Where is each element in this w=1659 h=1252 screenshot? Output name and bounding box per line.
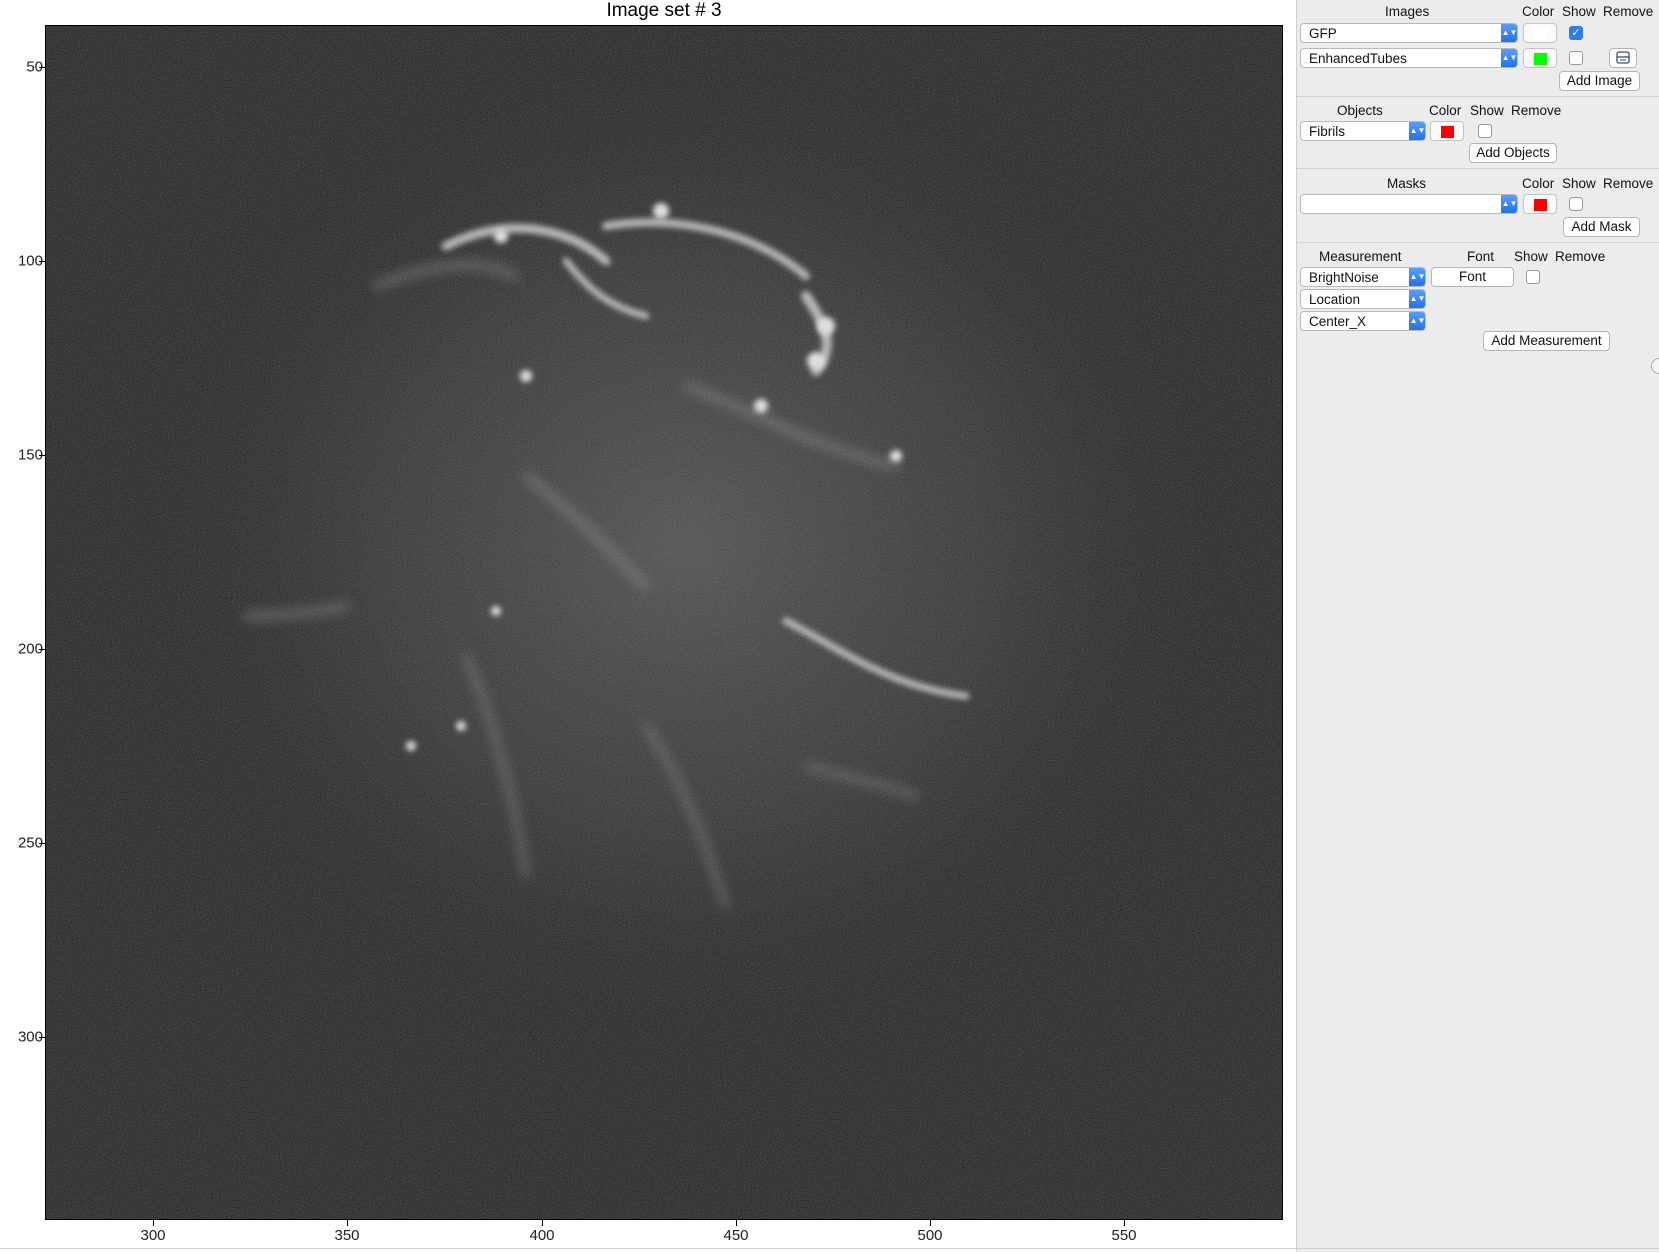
masks-header: Masks xyxy=(1387,176,1427,191)
objects-show-checkbox[interactable] xyxy=(1478,124,1492,138)
masks-select[interactable]: ▲▼ xyxy=(1300,194,1518,214)
remove-icon xyxy=(1616,51,1630,64)
objects-color-button[interactable] xyxy=(1430,121,1464,141)
add-image-button[interactable]: Add Image xyxy=(1559,71,1640,91)
add-objects-button[interactable]: Add Objects xyxy=(1469,143,1557,163)
image-plot[interactable] xyxy=(45,25,1283,1220)
masks-show-checkbox[interactable] xyxy=(1569,197,1583,211)
window-bottom-border xyxy=(0,1248,1659,1249)
x-tick-mark xyxy=(542,1220,543,1226)
select-arrows-icon: ▲▼ xyxy=(1501,49,1517,67)
color-swatch xyxy=(1534,28,1547,40)
objects-color-header: Color xyxy=(1429,103,1462,118)
x-tick-label: 300 xyxy=(140,1227,166,1244)
image-select-value: EnhancedTubes xyxy=(1309,51,1407,66)
image-show-checkbox-gfp[interactable]: ✓ xyxy=(1569,26,1583,40)
select-arrows-icon: ▲▼ xyxy=(1409,290,1425,308)
masks-color-button[interactable] xyxy=(1523,194,1557,214)
images-remove-header: Remove xyxy=(1603,4,1654,19)
select-arrows-icon: ▲▼ xyxy=(1409,312,1425,330)
images-header: Images xyxy=(1385,4,1430,19)
y-tick-mark xyxy=(39,455,45,456)
measurement-feature-value: Location xyxy=(1309,292,1361,307)
scroll-handle[interactable] xyxy=(1651,358,1659,374)
image-color-button-gfp[interactable] xyxy=(1523,23,1557,43)
select-arrows-icon: ▲▼ xyxy=(1501,195,1517,213)
y-tick-mark xyxy=(39,261,45,262)
select-arrows-icon: ▲▼ xyxy=(1409,122,1425,140)
x-tick-label: 500 xyxy=(917,1227,943,1244)
measurement-font-button[interactable]: Font xyxy=(1431,267,1514,287)
objects-header: Objects xyxy=(1337,103,1383,118)
y-tick-mark xyxy=(39,843,45,844)
color-swatch xyxy=(1534,53,1547,65)
masks-show-header: Show xyxy=(1562,176,1596,191)
add-mask-button[interactable]: Add Mask xyxy=(1563,217,1640,237)
section-divider xyxy=(1297,96,1659,97)
image-color-button-enhancedtubes[interactable] xyxy=(1523,48,1557,68)
masks-remove-header: Remove xyxy=(1603,176,1654,191)
images-show-header: Show xyxy=(1562,4,1596,19)
display-controls-panel: Images Color Show Remove GFP ▲▼ ✓ Enhanc… xyxy=(1296,0,1659,1252)
x-tick-label: 550 xyxy=(1111,1227,1137,1244)
measurement-font-header: Font xyxy=(1467,249,1495,264)
microscopy-image[interactable] xyxy=(46,26,1283,1220)
x-tick-mark xyxy=(1124,1220,1125,1226)
objects-select[interactable]: Fibrils ▲▼ xyxy=(1300,121,1426,141)
images-color-header: Color xyxy=(1522,4,1555,19)
image-show-checkbox-enhancedtubes[interactable] xyxy=(1569,51,1583,65)
x-tick-mark xyxy=(153,1220,154,1226)
measurement-show-header: Show xyxy=(1514,249,1548,264)
select-arrows-icon: ▲▼ xyxy=(1409,268,1425,286)
objects-remove-header: Remove xyxy=(1511,103,1562,118)
remove-image-button[interactable] xyxy=(1609,48,1637,68)
figure-title: Image set # 3 xyxy=(606,0,722,21)
objects-select-value: Fibrils xyxy=(1309,124,1345,139)
color-swatch xyxy=(1441,126,1454,138)
measurement-category-value: BrightNoise xyxy=(1309,270,1379,285)
x-tick-label: 400 xyxy=(529,1227,555,1244)
measurement-header: Measurement xyxy=(1319,249,1402,264)
figure-canvas: Image set # 3 50 100 150 200 250 300 300… xyxy=(0,0,1296,1252)
y-tick-mark xyxy=(39,67,45,68)
masks-color-header: Color xyxy=(1522,176,1555,191)
section-divider xyxy=(1297,168,1659,169)
x-tick-mark xyxy=(347,1220,348,1226)
x-tick-mark xyxy=(930,1220,931,1226)
y-tick-mark xyxy=(39,1037,45,1038)
x-tick-label: 350 xyxy=(334,1227,360,1244)
add-measurement-button[interactable]: Add Measurement xyxy=(1483,331,1610,351)
y-tick-mark xyxy=(39,649,45,650)
measurement-remove-header: Remove xyxy=(1555,249,1606,264)
objects-show-header: Show xyxy=(1470,103,1504,118)
color-swatch xyxy=(1534,199,1547,211)
measurement-feature-select[interactable]: Location ▲▼ xyxy=(1300,289,1426,309)
image-select-enhancedtubes[interactable]: EnhancedTubes ▲▼ xyxy=(1300,48,1518,68)
x-tick-label: 450 xyxy=(723,1227,749,1244)
measurement-category-select[interactable]: BrightNoise ▲▼ xyxy=(1300,267,1426,287)
section-divider xyxy=(1297,242,1659,243)
measurement-subfeature-value: Center_X xyxy=(1309,314,1367,329)
x-tick-mark xyxy=(736,1220,737,1226)
select-arrows-icon: ▲▼ xyxy=(1501,24,1517,42)
measurement-subfeature-select[interactable]: Center_X ▲▼ xyxy=(1300,311,1426,331)
measurement-show-checkbox[interactable] xyxy=(1526,270,1540,284)
image-select-gfp[interactable]: GFP ▲▼ xyxy=(1300,23,1518,43)
image-select-value: GFP xyxy=(1309,26,1337,41)
